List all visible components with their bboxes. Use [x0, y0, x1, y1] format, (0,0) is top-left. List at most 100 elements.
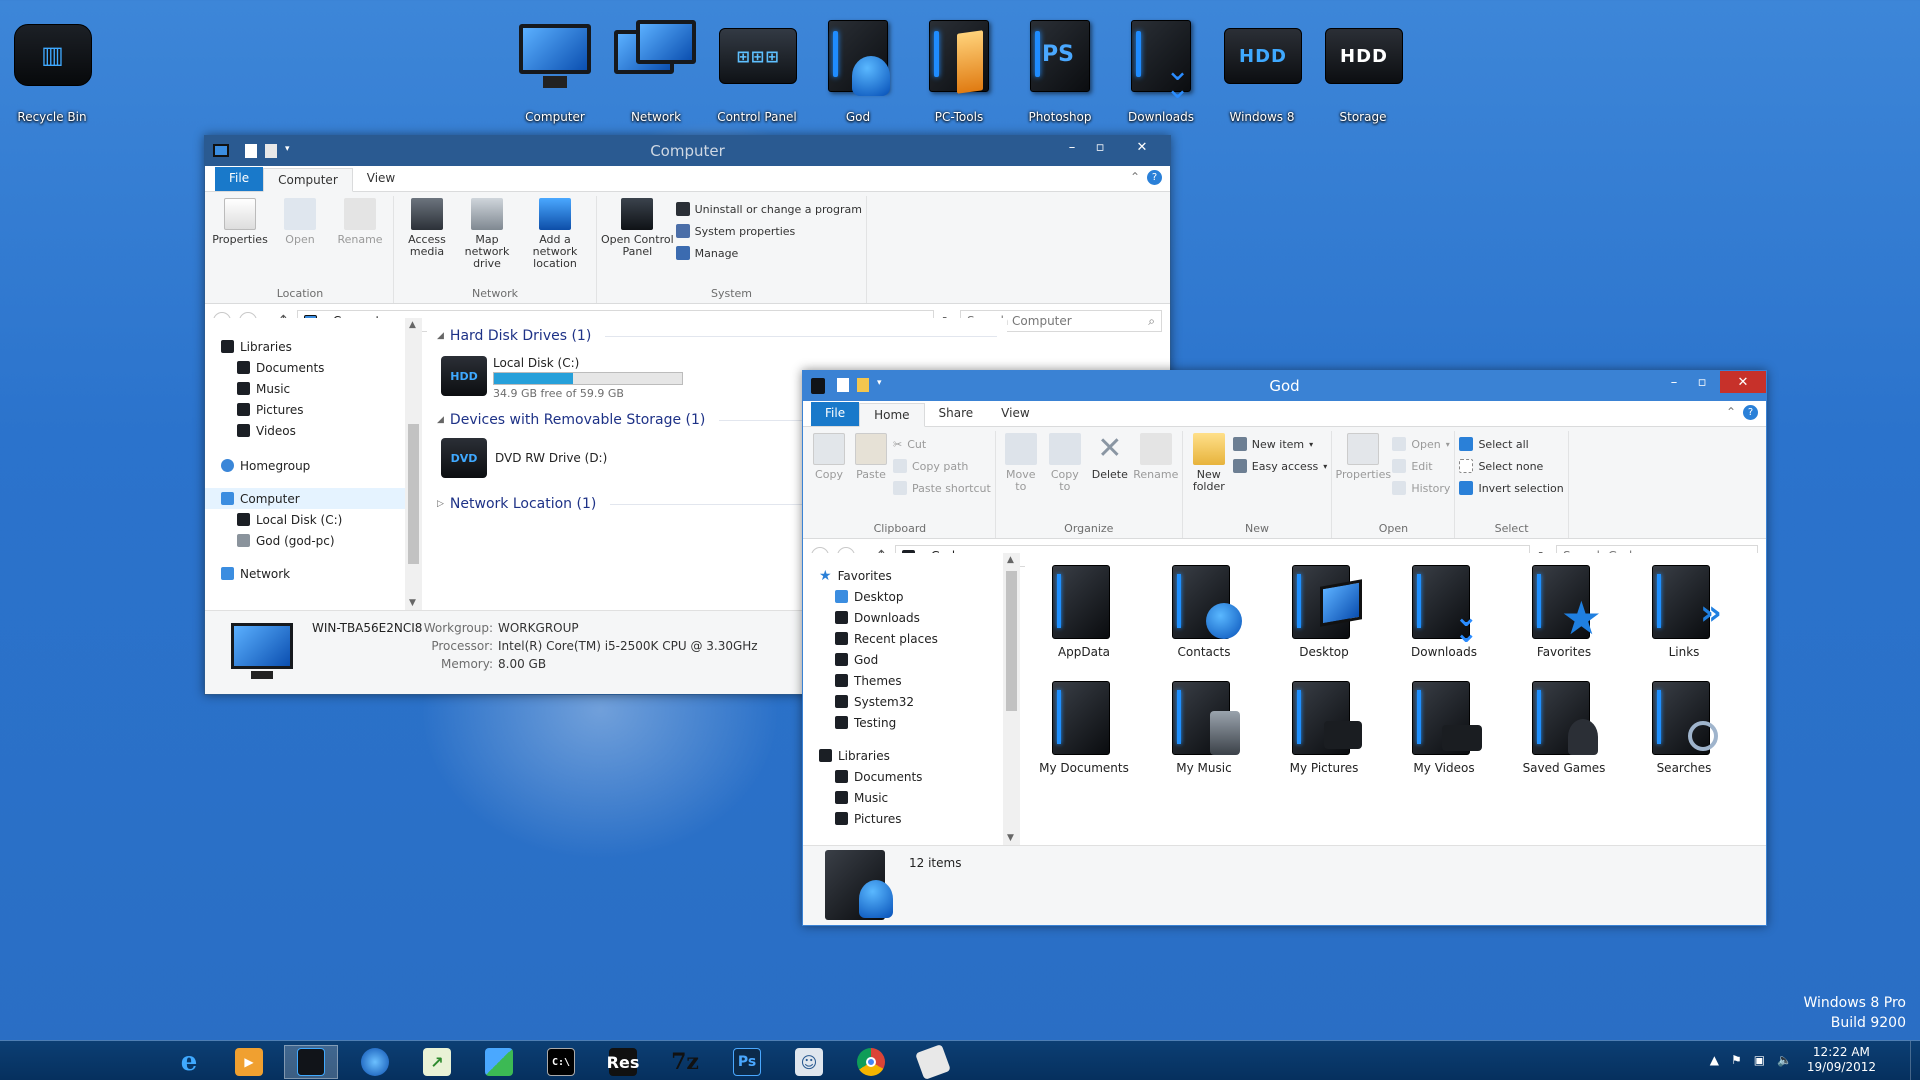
local-disk-item[interactable]: HDD Local Disk (C:) 34.9 GB free of 59.9… — [441, 356, 701, 400]
scroll-down-icon[interactable]: ▼ — [1007, 833, 1014, 843]
nav-homegroup[interactable]: Homegroup — [205, 455, 405, 476]
scroll-up-icon[interactable]: ▲ — [1007, 555, 1014, 565]
desktop-icon-windows-8[interactable]: HDD Windows 8 — [1210, 8, 1314, 128]
history-button[interactable]: History — [1392, 477, 1450, 499]
nav-network[interactable]: Network — [205, 563, 405, 584]
manage-button[interactable]: Manage — [675, 242, 862, 264]
nav-music[interactable]: Music — [205, 378, 405, 399]
nav-favorites[interactable]: ★ Favorites — [803, 565, 1003, 586]
close-button[interactable]: ✕ — [1120, 136, 1164, 158]
desktop-icon-control-panel[interactable]: ⊞⊞⊞ Control Panel — [705, 8, 809, 128]
taskbar-explorer[interactable] — [284, 1045, 338, 1079]
add-network-location-button[interactable]: Add a network location — [518, 196, 592, 287]
open-button[interactable]: Open — [271, 196, 329, 287]
new-folder-button[interactable]: New folder — [1187, 431, 1231, 522]
file-item-my-pictures[interactable]: My Pictures — [1269, 675, 1379, 785]
desktop-icon-pc-tools[interactable]: PC-Tools — [907, 8, 1011, 128]
help-icon[interactable]: ? — [1147, 170, 1162, 185]
minimize-button[interactable]: – — [1058, 136, 1086, 158]
copy-path-button[interactable]: Copy path — [893, 455, 991, 477]
nav-videos[interactable]: Videos — [205, 420, 405, 441]
dvd-drive-item[interactable]: DVD DVD RW Drive (D:) — [441, 438, 607, 478]
easy-access-button[interactable]: Easy access ▾ — [1232, 455, 1327, 477]
taskbar-photoshop[interactable]: Ps — [720, 1045, 774, 1079]
new-folder-icon[interactable] — [265, 144, 277, 158]
nav-scrollbar[interactable]: ▲ ▼ — [1003, 553, 1020, 845]
taskbar-chrome[interactable] — [844, 1045, 898, 1079]
desktop-icon-photoshop[interactable]: PS Photoshop — [1008, 8, 1112, 128]
edit-button[interactable]: Edit — [1392, 455, 1450, 477]
flag-icon[interactable]: ⚑ — [1731, 1053, 1742, 1067]
desktop-icon-god[interactable]: God — [806, 8, 910, 128]
file-item-desktop[interactable]: Desktop — [1269, 559, 1379, 669]
window-app-icon[interactable] — [811, 378, 825, 394]
tab-share[interactable]: Share — [925, 402, 988, 426]
maximize-button[interactable]: ▫ — [1086, 136, 1114, 158]
rename-button[interactable]: Rename — [331, 196, 389, 287]
taskbar-notes[interactable] — [906, 1044, 960, 1080]
nav-themes[interactable]: Themes — [803, 670, 1003, 691]
scroll-thumb[interactable] — [408, 424, 419, 564]
show-desktop-button[interactable] — [1910, 1041, 1920, 1080]
paste-shortcut-button[interactable]: Paste shortcut — [893, 477, 991, 499]
maximize-button[interactable]: ▫ — [1688, 371, 1716, 393]
nav-local-disk[interactable]: Local Disk (C:) — [205, 509, 405, 530]
file-item-my-documents[interactable]: My Documents — [1029, 675, 1139, 785]
new-folder-icon[interactable] — [857, 378, 869, 392]
nav-libraries[interactable]: Libraries — [205, 336, 405, 357]
properties-button[interactable]: Properties — [1336, 431, 1391, 522]
new-item-button[interactable]: New item ▾ — [1232, 433, 1328, 455]
tab-home[interactable]: Home — [859, 403, 925, 427]
delete-button[interactable]: ✕ Delete — [1088, 431, 1132, 522]
scroll-up-icon[interactable]: ▲ — [409, 320, 416, 330]
file-item-my-music[interactable]: My Music — [1149, 675, 1259, 785]
system-properties-button[interactable]: System properties — [675, 220, 862, 242]
taskbar-media-player[interactable]: ▶ — [222, 1045, 276, 1079]
file-item-links[interactable]: » Links — [1629, 559, 1739, 669]
file-item-contacts[interactable]: Contacts — [1149, 559, 1259, 669]
volume-icon[interactable]: 🔈 — [1777, 1053, 1792, 1067]
quick-access-toolbar[interactable]: ▾ — [245, 144, 290, 158]
tab-file[interactable]: File — [811, 402, 860, 426]
move-to-button[interactable]: Move to — [1000, 431, 1042, 522]
nav-music[interactable]: Music — [803, 787, 1003, 808]
copy-button[interactable]: Copy — [809, 431, 849, 522]
minimize-button[interactable]: – — [1660, 371, 1688, 393]
nav-scrollbar[interactable]: ▲ ▼ — [405, 318, 422, 610]
rename-button[interactable]: Rename — [1133, 431, 1178, 522]
properties-button[interactable]: Properties — [211, 196, 269, 287]
taskbar-remote-desktop[interactable] — [472, 1045, 526, 1079]
tab-view[interactable]: View — [987, 402, 1043, 426]
file-item-downloads[interactable]: ⌄ ⌄ Downloads — [1389, 559, 1499, 669]
nav-recent-places[interactable]: Recent places — [803, 628, 1003, 649]
tab-view[interactable]: View — [353, 167, 409, 191]
taskbar-network-tool[interactable] — [348, 1045, 402, 1079]
nav-downloads[interactable]: Downloads — [803, 607, 1003, 628]
help-icon[interactable]: ? — [1743, 405, 1758, 420]
tab-file[interactable]: File — [215, 167, 264, 191]
nav-computer[interactable]: Computer — [205, 488, 405, 509]
clock[interactable]: 12:22 AM 19/09/2012 — [1807, 1045, 1876, 1075]
properties-icon[interactable] — [837, 378, 849, 392]
window-app-icon[interactable] — [213, 144, 229, 157]
nav-god-pc[interactable]: God (god-pc) — [205, 530, 405, 551]
map-network-drive-button[interactable]: Map network drive — [458, 196, 516, 287]
select-none-button[interactable]: Select none — [1459, 455, 1563, 477]
title-bar[interactable]: ▾ Computer – ▫ ✕ — [205, 136, 1170, 166]
desktop-icon-storage[interactable]: HDD Storage — [1311, 8, 1415, 128]
invert-selection-button[interactable]: Invert selection — [1459, 477, 1564, 499]
taskbar-res[interactable]: Res — [596, 1045, 650, 1079]
nav-libraries[interactable]: Libraries — [803, 745, 1003, 766]
taskbar-command-prompt[interactable]: C:\ — [534, 1045, 588, 1079]
nav-system32[interactable]: System32 — [803, 691, 1003, 712]
access-media-button[interactable]: Access media — [398, 196, 456, 287]
uninstall-program-button[interactable]: Uninstall or change a program — [675, 198, 862, 220]
nav-documents[interactable]: Documents — [205, 357, 405, 378]
collapse-ribbon-icon[interactable]: ⌃ — [1726, 405, 1736, 419]
copy-to-button[interactable]: Copy to — [1044, 431, 1086, 522]
tab-computer[interactable]: Computer — [263, 168, 353, 192]
desktop-icon-network[interactable]: Network — [604, 8, 708, 128]
file-item-saved-games[interactable]: Saved Games — [1509, 675, 1619, 785]
file-item-appdata[interactable]: AppData — [1029, 559, 1139, 669]
desktop-icon-recycle-bin[interactable]: ▥ Recycle Bin — [0, 8, 104, 128]
